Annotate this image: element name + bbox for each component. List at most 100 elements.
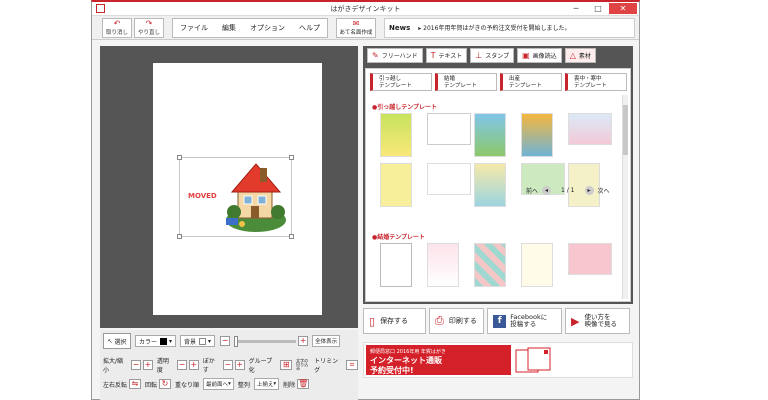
placed-photo[interactable]: MOVED [177, 155, 294, 239]
rotate-label[interactable]: 回転 [145, 380, 157, 389]
zoom-slider[interactable] [234, 335, 297, 347]
tab-image-load[interactable]: ▣ 画像読込 [517, 48, 562, 63]
tab-stamp[interactable]: ⊥ スタンプ [470, 48, 515, 63]
prev-arrow-icon[interactable]: ◂ [542, 186, 552, 195]
template-thumbnail[interactable] [521, 113, 553, 157]
slider-knob[interactable] [234, 335, 239, 347]
tab-materials[interactable]: △ 素材 [564, 48, 596, 63]
opacity-label: 透明度 [156, 358, 169, 374]
image-icon: ▣ [522, 51, 530, 60]
prev-label[interactable]: 前へ [526, 186, 538, 195]
document-icon: ▯ [369, 314, 376, 328]
fullview-label: 全体表示 [315, 339, 338, 345]
scale-up-button[interactable]: + [142, 360, 153, 370]
panel-scrollbar[interactable] [622, 95, 628, 299]
text-wrap-label[interactable]: 文字の回り込み [296, 359, 310, 371]
template-thumbnail[interactable] [474, 163, 506, 207]
maximize-button[interactable]: □ [587, 3, 609, 14]
select-button[interactable]: ↖ 選択 [103, 333, 131, 349]
next-label[interactable]: 次へ [598, 186, 610, 195]
template-thumbnail[interactable] [427, 163, 471, 195]
zoom-in-button[interactable]: + [298, 336, 309, 346]
save-label: 保存する [380, 317, 409, 325]
background-swatch [199, 337, 207, 345]
edit-tools-panel: ↖ 選択 カラー ▾ 背景 ▾ − + 全体表示 拡大/縮小 − + 透明度 − [100, 330, 358, 400]
template-thumbnail[interactable] [568, 243, 612, 275]
background-label: 背景 [184, 338, 197, 346]
photo-text: MOVED [188, 192, 217, 200]
close-button[interactable]: ✕ [609, 3, 637, 14]
scale-down-button[interactable]: − [130, 360, 141, 370]
print-button[interactable]: ⎙ 印刷する [429, 308, 485, 334]
undo-button[interactable]: ↶ 取り消し [102, 17, 132, 38]
menu-edit[interactable]: 編集 [215, 23, 243, 33]
flip-label[interactable]: 左右反転 [103, 380, 127, 389]
shapes-icon: △ [569, 51, 576, 60]
save-button[interactable]: ▯ 保存する [363, 308, 427, 334]
category-wedding[interactable]: 結婚 テンプレート [435, 73, 497, 91]
menu-file[interactable]: ファイル [173, 23, 215, 33]
template-thumbnail[interactable] [568, 163, 600, 207]
template-thumbnail[interactable] [568, 113, 612, 145]
redo-button[interactable]: ↷ やり直し [134, 17, 164, 38]
trim-label[interactable]: トリミング [314, 356, 344, 374]
postcard-paper[interactable]: MOVED [153, 63, 322, 315]
facebook-icon: f [493, 314, 507, 328]
next-arrow-icon[interactable]: ▸ [584, 186, 594, 195]
template-thumbnail[interactable] [474, 243, 506, 287]
template-thumbnail[interactable] [380, 163, 412, 207]
template-thumbnail[interactable] [521, 243, 553, 287]
rotate-icon[interactable]: ↻ [159, 379, 172, 389]
blur-down-button[interactable]: − [222, 360, 233, 370]
category-moving[interactable]: 引っ越し テンプレート [370, 73, 432, 91]
tab-text[interactable]: T テキスト [425, 48, 468, 63]
resize-handle[interactable] [177, 155, 182, 160]
align-top-button[interactable]: 上揃え ▾ [253, 378, 280, 390]
envelope-icon: ✉ [352, 18, 360, 28]
scrollbar-thumb[interactable] [623, 105, 628, 155]
play-icon: ▶ [571, 314, 580, 328]
delete-label[interactable]: 削除 [283, 380, 295, 389]
template-thumbnail[interactable] [427, 113, 471, 145]
fullview-button[interactable]: 全体表示 [312, 335, 341, 347]
tab-label: テキスト [438, 53, 463, 60]
envelope-button[interactable]: ✉ あて名面作成 [336, 17, 376, 38]
opacity-up-button[interactable]: + [188, 360, 199, 370]
menu-help[interactable]: ヘルプ [292, 23, 327, 33]
template-thumbnail[interactable] [380, 243, 412, 287]
category-mourning[interactable]: 喪中・寒中 テンプレート [565, 73, 627, 91]
trash-icon[interactable]: 🗑 [297, 379, 310, 389]
printer-icon: ⎙ [435, 314, 444, 327]
wedding-template-grid [380, 243, 612, 287]
resize-handle[interactable] [177, 234, 182, 239]
promo-banner[interactable]: 郵便局窓口 2016年用 年賀はがき インターネット通販 予約受付中! [363, 342, 633, 378]
opacity-down-button[interactable]: − [176, 360, 187, 370]
news-label: News [389, 23, 411, 32]
menu-options[interactable]: オプション [243, 23, 292, 33]
category-birth[interactable]: 出産 テンプレート [500, 73, 562, 91]
resize-handle[interactable] [289, 155, 294, 160]
blur-up-button[interactable]: + [234, 360, 245, 370]
group-button[interactable]: ⊞ [280, 360, 293, 370]
zoom-out-button[interactable]: − [220, 336, 231, 346]
video-label: 使い方を 映像で見る [584, 313, 617, 328]
banner-red-block: 郵便局窓口 2016年用 年賀はがき インターネット通販 予約受付中! [366, 345, 511, 375]
minimize-button[interactable]: ─ [565, 3, 587, 14]
background-picker[interactable]: 背景 ▾ [180, 335, 216, 347]
text-icon: T [430, 51, 436, 60]
tab-freehand[interactable]: ✎ フリーハンド [367, 48, 423, 63]
template-thumbnail[interactable] [427, 243, 459, 287]
pencil-icon: ✎ [372, 51, 379, 60]
facebook-label: Facebookに 投稿する [510, 313, 548, 328]
main-toolbar: ↶ 取り消し ↷ やり直し ファイル 編集 オプション ヘルプ ✉ あて名面作成… [92, 16, 639, 40]
color-picker[interactable]: カラー ▾ [135, 335, 177, 347]
resize-handle[interactable] [289, 234, 294, 239]
video-guide-button[interactable]: ▶ 使い方を 映像で見る [565, 308, 630, 334]
template-thumbnail[interactable] [380, 113, 412, 157]
template-thumbnail[interactable] [474, 113, 506, 157]
news-bar[interactable]: News ▸ 2016年用年賀はがきの予約注文受付を開始しました。 [384, 17, 635, 38]
flip-icon[interactable]: ⇋ [129, 379, 142, 389]
facebook-button[interactable]: f Facebookに 投稿する [487, 308, 562, 334]
crop-icon[interactable]: ⌗ [346, 360, 358, 370]
bring-front-button[interactable]: 最前面へ ▾ [203, 378, 234, 390]
